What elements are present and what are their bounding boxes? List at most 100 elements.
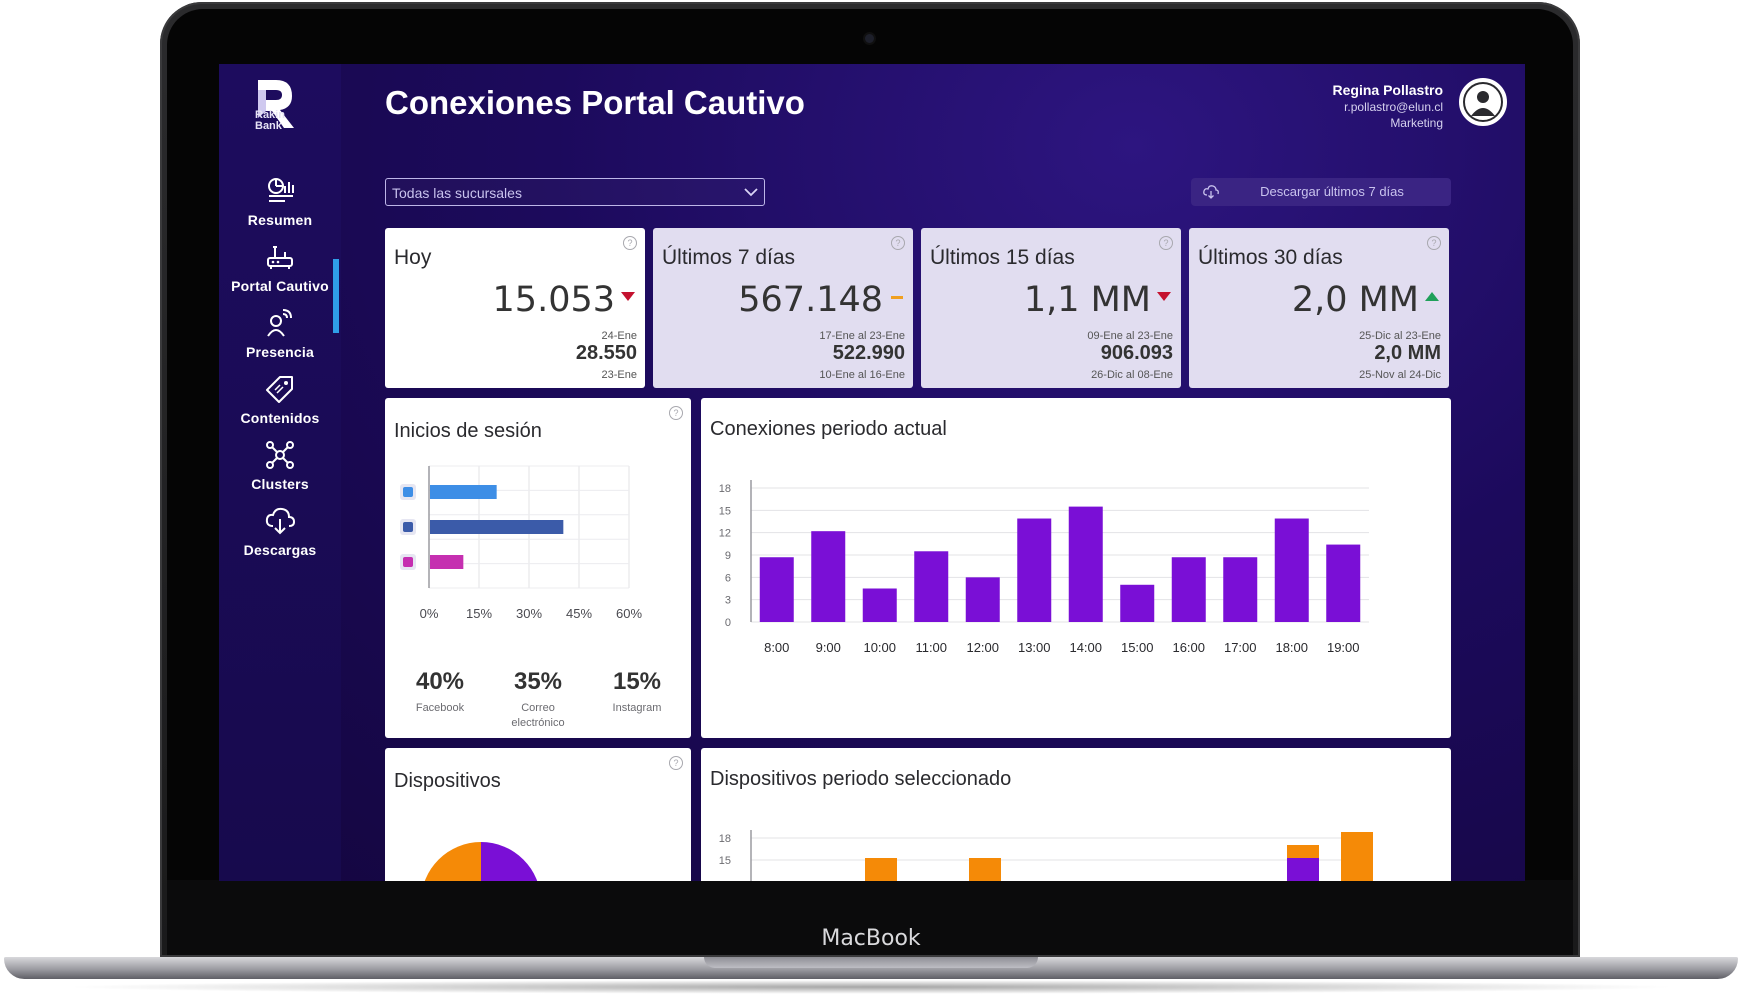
facebook-label: Facebook xyxy=(415,702,465,714)
bar xyxy=(811,531,846,622)
kpi-value: 2,0 MM xyxy=(1291,280,1419,320)
bar xyxy=(1223,557,1258,622)
bar xyxy=(965,577,1000,622)
x-tick-label: 19:00 xyxy=(1327,640,1360,655)
pie-slice-purple xyxy=(481,842,538,881)
help-icon[interactable]: ? xyxy=(623,236,637,250)
sidebar-item-label: Resumen xyxy=(247,212,313,228)
bar xyxy=(865,858,897,881)
help-icon[interactable]: ? xyxy=(669,756,683,770)
email-percent: 35% xyxy=(513,668,563,695)
email-label: Correo electrónico xyxy=(511,702,565,729)
help-icon[interactable]: ? xyxy=(1427,236,1441,250)
y-tick-label: 18 xyxy=(719,483,731,495)
sidebar: Rakin Bank Resumen Portal Cautivo Presen… xyxy=(219,64,341,881)
logins-panel: Inicios de sesión ? 0% 15% 30% 45% 60% 40% F… xyxy=(385,398,691,738)
kpi-previous-value: 906.093 xyxy=(1100,342,1173,364)
download-button-label: Descargar últimos 7 días xyxy=(1260,184,1404,199)
y-tick-label: 9 xyxy=(725,550,731,562)
bar xyxy=(862,588,897,622)
kpi-previous-date: 26-Dic al 08-Ene xyxy=(1091,369,1173,381)
kpi-value: 567.148 xyxy=(738,280,883,320)
laptop-base-notch xyxy=(704,957,1038,968)
bar xyxy=(759,557,794,622)
router-icon xyxy=(267,246,293,269)
email-icon xyxy=(400,484,416,500)
x-tick-label: 8:00 xyxy=(764,640,789,655)
chevron-down-icon xyxy=(744,188,758,197)
trend-down-icon xyxy=(621,292,635,301)
x-tick-label: 9:00 xyxy=(816,640,841,655)
bar xyxy=(430,520,564,534)
person-signal-icon xyxy=(267,309,292,337)
sidebar-item-portal-cautivo[interactable]: Portal Cautivo xyxy=(219,242,341,294)
kpi-previous-date: 25-Nov al 24-Dic xyxy=(1359,369,1441,381)
branch-select[interactable]: Todas las sucursales xyxy=(385,178,765,206)
x-tick-label: 13:00 xyxy=(1018,640,1051,655)
user-name: Regina Pollastro xyxy=(1332,82,1443,98)
x-tick-label: 15:00 xyxy=(1121,640,1154,655)
sidebar-item-label: Descargas xyxy=(243,542,317,558)
screen: Rakin Bank Resumen Portal Cautivo Presen… xyxy=(219,64,1525,881)
instagram-percent: 15% xyxy=(612,668,662,695)
kpi-value-date: 24-Ene xyxy=(601,330,637,342)
y-tick-label: 15 xyxy=(719,855,731,867)
x-tick-label: 0% xyxy=(420,606,439,621)
kpi-card-30-days: Últimos 30 días ? 2,0 MM 25-Dic al 23-En… xyxy=(1189,228,1449,388)
x-tick-label: 17:00 xyxy=(1224,640,1257,655)
bar xyxy=(1341,832,1373,881)
kpi-title: Últimos 15 días xyxy=(930,246,1075,269)
y-tick-label: 15 xyxy=(719,505,731,517)
sidebar-item-label: Clusters xyxy=(251,476,309,492)
trend-up-icon xyxy=(1425,292,1439,301)
avatar[interactable] xyxy=(1459,78,1507,126)
sidebar-item-presencia[interactable]: Presencia xyxy=(219,308,341,360)
x-tick-label: 14:00 xyxy=(1069,640,1102,655)
branch-select-value: Todas las sucursales xyxy=(392,185,522,201)
kpi-value-date: 25-Dic al 23-Ene xyxy=(1359,330,1441,342)
kpi-value-date: 17-Ene al 23-Ene xyxy=(819,330,905,342)
tag-icon xyxy=(266,376,293,403)
user-avatar-icon xyxy=(1463,82,1503,122)
sidebar-item-contenidos[interactable]: Contenidos xyxy=(219,374,341,426)
y-tick-label: 12 xyxy=(719,528,731,540)
bar xyxy=(1326,544,1361,622)
webcam xyxy=(865,34,874,43)
pie-slice-orange xyxy=(424,842,481,881)
sidebar-item-label: Portal Cautivo xyxy=(231,278,329,294)
summary-chart-icon xyxy=(268,178,294,202)
sidebar-item-clusters[interactable]: Clusters xyxy=(219,440,341,492)
download-last-7-days-button[interactable]: Descargar últimos 7 días xyxy=(1191,178,1451,206)
panel-title: Conexiones periodo actual xyxy=(710,418,947,440)
bar xyxy=(1171,557,1206,622)
kpi-previous-value: 2,0 MM xyxy=(1374,342,1441,364)
bar xyxy=(430,555,464,569)
user-department: Marketing xyxy=(1390,116,1443,130)
cloud-download-icon xyxy=(1203,185,1219,199)
instagram-label: Instagram xyxy=(612,702,662,714)
devices-period-panel: Dispositivos periodo seleccionado 18 15 xyxy=(701,748,1451,881)
bar xyxy=(1120,584,1155,622)
x-tick-label: 11:00 xyxy=(915,640,947,655)
kpi-title: Últimos 30 días xyxy=(1198,246,1343,269)
bar xyxy=(1017,518,1052,622)
kpi-previous-date: 10-Ene al 16-Ene xyxy=(819,369,905,381)
help-icon[interactable]: ? xyxy=(669,406,683,420)
sidebar-item-descargas[interactable]: Descargas xyxy=(219,506,341,558)
devices-panel: Dispositivos ? xyxy=(385,748,691,881)
logo-text: Rakin Bank xyxy=(255,110,285,132)
facebook-icon xyxy=(400,519,416,535)
x-tick-label: 45% xyxy=(566,606,592,621)
bar xyxy=(969,858,1001,881)
sidebar-item-resumen[interactable]: Resumen xyxy=(219,176,341,228)
kpi-previous-value: 28.550 xyxy=(575,342,637,364)
help-icon[interactable]: ? xyxy=(1159,236,1173,250)
trend-down-icon xyxy=(1157,292,1171,301)
x-tick-label: 10:00 xyxy=(863,640,896,655)
kpi-value-date: 09-Ene al 23-Ene xyxy=(1087,330,1173,342)
y-tick-label: 6 xyxy=(725,572,731,584)
kpi-title: Últimos 7 días xyxy=(662,246,796,269)
y-tick-label: 0 xyxy=(725,617,731,629)
laptop-brand-label: MacBook xyxy=(821,926,921,951)
help-icon[interactable]: ? xyxy=(891,236,905,250)
